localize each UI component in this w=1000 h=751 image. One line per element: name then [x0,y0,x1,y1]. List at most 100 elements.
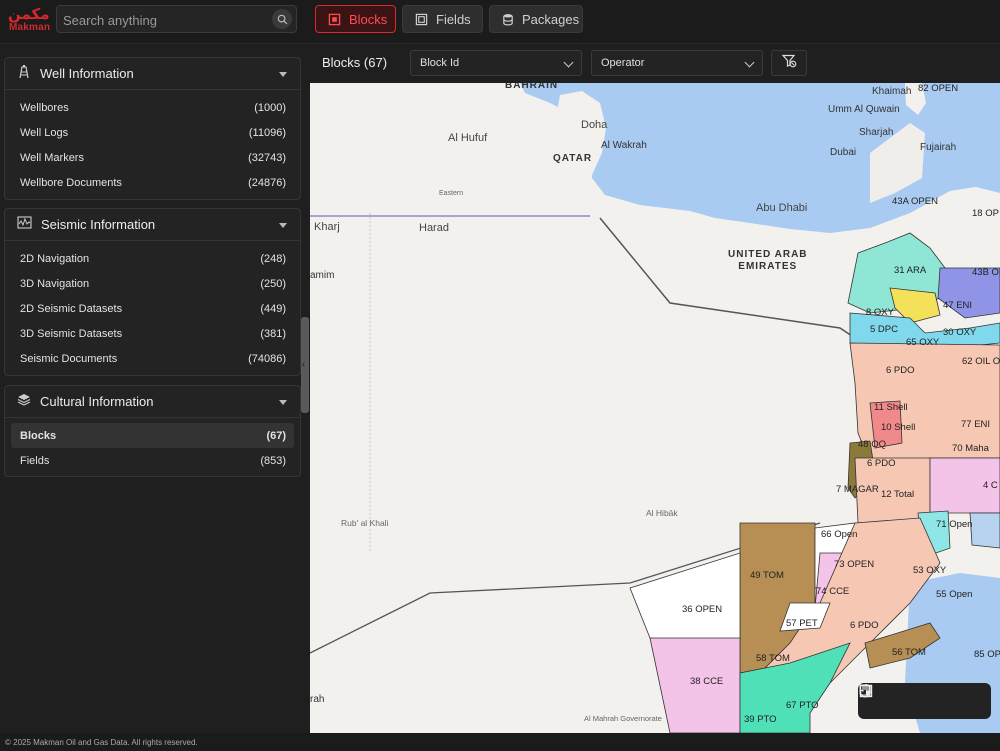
sidebar-collapse-handle[interactable]: ‹ [301,317,309,413]
chevron-left-icon: ‹ [302,359,306,370]
block-label[interactable]: 36 OPEN [682,604,722,615]
block-label[interactable]: 43B OI [972,267,1000,278]
place-label: Sharjah [859,127,894,138]
place-label: QATAR [553,153,593,164]
item-count: (1000) [254,101,286,114]
block-id-dropdown[interactable]: Block Id [410,50,582,76]
block-label[interactable]: 6 PDO [867,458,896,469]
app-root: مكمن Makman Blocks Fields Packages [0,0,1000,751]
place-label: Harad [419,222,449,234]
blocks-icon [328,13,341,26]
block-label[interactable]: 67 PTO [786,700,819,711]
block-label[interactable]: 58 TOM [756,653,790,664]
list-item[interactable]: 3D Seismic Datasets (381) [5,321,300,346]
block-label[interactable]: 38 CCE [690,676,723,687]
cursor-select-icon[interactable] [859,684,981,712]
select-area-icon[interactable] [859,684,920,712]
block-label[interactable]: 66 Open [821,529,857,540]
list-item[interactable]: Seismic Documents (74086) [5,346,300,371]
list-item[interactable]: 2D Navigation (248) [5,246,300,271]
block-label[interactable]: 11 Shell [874,402,908,413]
clear-filter-button[interactable] [771,50,807,76]
place-label: BAHRAIN [505,83,559,91]
block-label[interactable]: 53 OXY [913,565,946,576]
list-item-selected[interactable]: Blocks (67) [11,423,294,448]
block-label[interactable]: 12 Total [881,489,914,500]
logo-latin: Makman [9,22,51,33]
map-toolbar: Blocks (67) Block Id Operator [310,45,1000,83]
block-label[interactable]: 8 OXY [866,307,894,318]
tab-blocks[interactable]: Blocks [315,5,396,33]
place-label: amim [310,270,335,281]
block-label[interactable]: 62 OIL O [962,356,1000,367]
list-item[interactable]: Wellbore Documents (24876) [5,170,300,195]
block-label[interactable]: 48 OQ [858,439,886,450]
caret-down-icon[interactable] [279,223,287,228]
block-label[interactable]: 18 OP [972,208,999,219]
block-label[interactable]: 43A OPEN [892,196,938,207]
tab-packages[interactable]: Packages [489,5,583,33]
seismic-information-title: Seismic Information [41,217,156,232]
block-label[interactable]: 30 OXY [943,327,976,338]
block-label[interactable]: 70 Maha [952,443,989,454]
block-label[interactable]: 49 TOM [750,570,784,581]
place-label: Al Mahrah Governorate [584,714,662,723]
map-tools [858,683,991,719]
block-label[interactable]: 65 OXY [906,337,939,348]
block-label[interactable]: 6 PDO [886,365,915,376]
block-label[interactable]: 73 OPEN [834,559,874,570]
seismic-information-header[interactable]: Seismic Information [5,209,300,241]
block-label[interactable]: 7 MAGAR [836,484,879,495]
tab-fields[interactable]: Fields [402,5,483,33]
item-count: (250) [260,277,286,290]
search-input[interactable] [63,10,263,30]
block-label[interactable]: 6 PDO [850,620,879,631]
cultural-information-header[interactable]: Cultural Information [5,386,300,418]
item-label: Wellbores [20,101,69,114]
block-label[interactable]: 47 ENI [943,300,972,311]
footer-copyright: © 2025 Makman Oil and Gas Data. All righ… [0,733,1000,751]
item-label: Wellbore Documents [20,176,122,189]
draw-rectangle-icon[interactable] [859,684,951,712]
block-label[interactable]: 31 ARA [894,265,926,276]
block-label[interactable]: 10 Shell [881,422,915,433]
block-id-dropdown-value: Block Id [420,57,460,69]
place-label: Rub' al Khali [341,518,389,528]
list-item[interactable]: 2D Seismic Datasets (449) [5,296,300,321]
caret-down-icon[interactable] [279,72,287,77]
place-label: Abu Dhabi [756,202,808,214]
block-label[interactable]: 4 C [983,480,998,491]
fields-icon [415,13,428,26]
list-item[interactable]: Fields (853) [5,448,300,473]
block-label[interactable]: 55 Open [936,589,972,600]
list-item[interactable]: Well Logs (11096) [5,120,300,145]
place-label: Fujairah [920,142,957,153]
block-label[interactable]: 74 CCE [816,586,849,597]
list-item[interactable]: 3D Navigation (250) [5,271,300,296]
item-label: Well Markers [20,151,84,164]
seismic-information-panel: Seismic Information 2D Navigation (248) 3… [4,208,301,376]
item-count: (449) [260,302,286,315]
place-label: UNITED ARAB EMIRATES [728,249,808,272]
block-label[interactable]: 57 PET [786,618,818,629]
seismic-chart-icon [17,215,32,234]
block-label[interactable]: 5 DPC [870,324,898,335]
block-label[interactable]: 82 OPEN [918,83,958,94]
block-label[interactable]: 85 OP [974,649,1000,660]
item-count: (32743) [248,151,286,164]
caret-down-icon[interactable] [279,400,287,405]
block-label[interactable]: 71 Open [936,519,972,530]
list-item[interactable]: Wellbores (1000) [5,95,300,120]
search-icon[interactable] [272,9,292,29]
blocks-map[interactable]: BAHRAIN Doha QATAR Al Wakrah Al Hufuf Ea… [310,83,1000,733]
makman-logo[interactable]: مكمن Makman [6,5,58,33]
logo-arabic: مكمن [8,5,50,23]
operator-dropdown[interactable]: Operator [591,50,763,76]
block-label[interactable]: 56 TOM [892,647,926,658]
database-icon [502,13,514,26]
block-label[interactable]: 39 PTO [744,714,777,725]
block-label[interactable]: 77 ENI [961,419,990,430]
well-information-header[interactable]: Well Information [5,58,300,90]
item-label: 2D Navigation [20,252,90,265]
list-item[interactable]: Well Markers (32743) [5,145,300,170]
